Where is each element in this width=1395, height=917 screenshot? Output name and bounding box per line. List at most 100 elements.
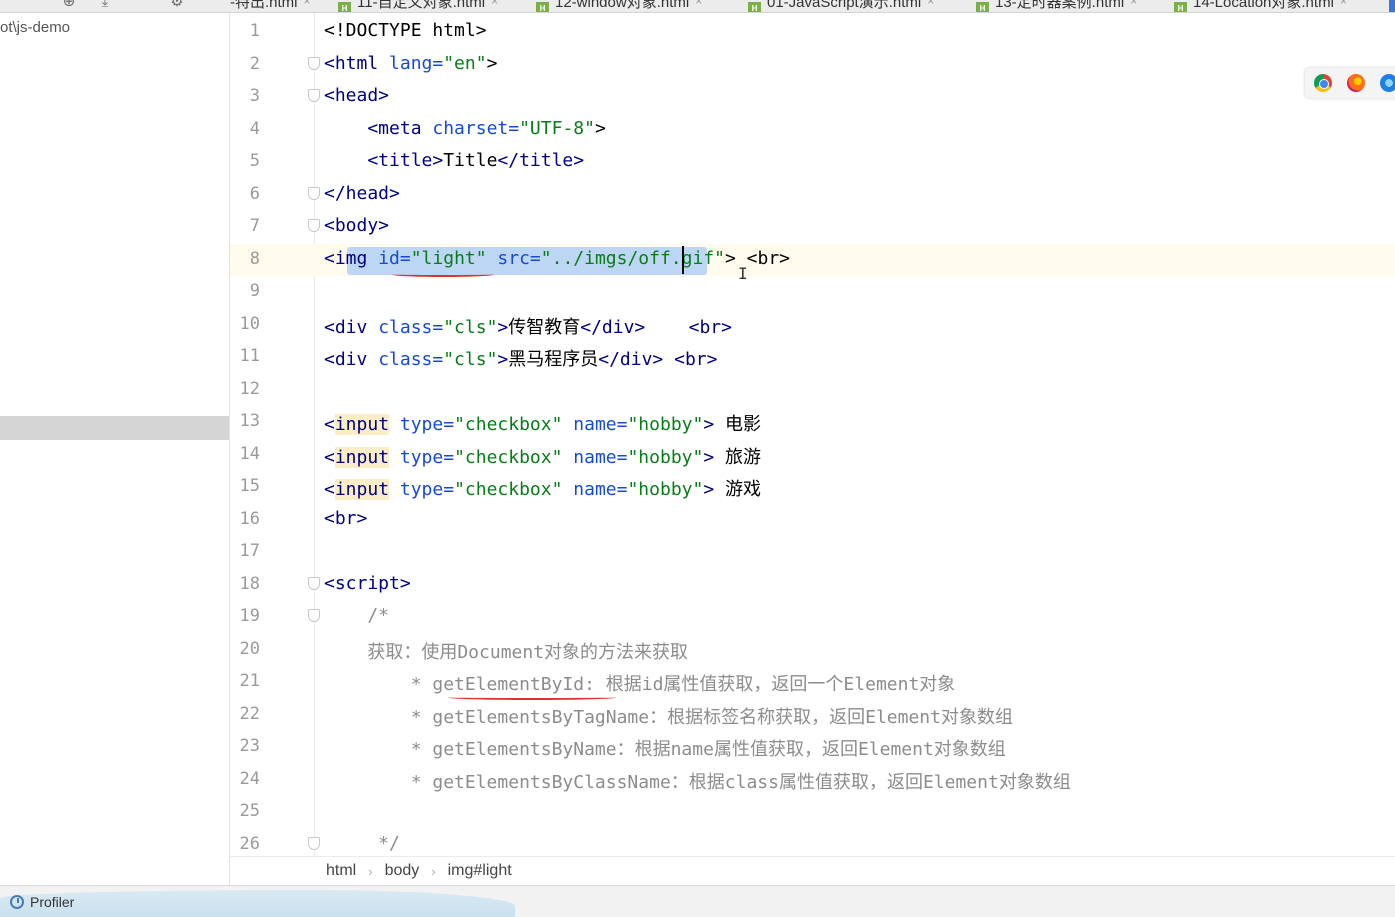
line-number: 26 (239, 834, 260, 854)
expand-icon[interactable]: ⌃ (132, 0, 150, 10)
gear-icon[interactable]: ⚙ (168, 0, 186, 10)
close-icon[interactable]: × (491, 0, 498, 8)
code-text: * getElementsByName：根据name属性值获取，返回Elemen… (324, 739, 1006, 760)
code-line[interactable]: 5 <title>Title</title> (230, 146, 1395, 178)
line-number: 7 (249, 216, 260, 236)
tab-file[interactable]: H 12-window对象.html × (536, 0, 702, 12)
tab-label: 11-自定义对象.html (357, 0, 486, 11)
close-icon[interactable]: × (1340, 0, 1347, 8)
code-text: <script> (324, 573, 411, 594)
code-line[interactable]: 25 (230, 796, 1395, 828)
code-line[interactable]: 16 <br> (230, 504, 1395, 536)
line-number: 18 (239, 574, 260, 594)
line-number: 19 (239, 606, 260, 626)
code-line[interactable]: 26 */ (230, 829, 1395, 856)
code-text: <!DOCTYPE html> (324, 20, 487, 41)
code-line[interactable]: 23 * getElementsByName：根据name属性值获取，返回Ele… (230, 731, 1395, 763)
fold-marker-icon[interactable] (308, 57, 320, 70)
tab-label: 13-定时器案例.html (995, 0, 1125, 11)
breadcrumb: html › body › img#light (230, 856, 1395, 885)
line-number: 11 (239, 346, 260, 366)
code-text: <br> (324, 508, 368, 529)
code-line[interactable]: 3 <head> (230, 81, 1395, 113)
code-line[interactable]: 22 * getElementsByTagName：根据标签名称获取，返回Ele… (230, 699, 1395, 731)
code-line[interactable]: 15 <input type="checkbox" name="hobby"> … (230, 471, 1395, 503)
code-line[interactable]: 13 <input type="checkbox" name="hobby"> … (230, 406, 1395, 438)
project-panel: ot\js-demo (0, 13, 230, 885)
safari-icon[interactable] (1380, 74, 1395, 92)
tab-file[interactable]: H 01-JavaScript演示.html × (748, 0, 934, 12)
line-number: 3 (249, 86, 260, 106)
code-line[interactable]: 18 <script> (230, 569, 1395, 601)
code-text: 获取：使用Document对象的方法来获取 (324, 642, 689, 663)
line-number: 23 (239, 736, 260, 756)
code-text: <img id="light" src="../imgs/off.gif"> <… (324, 248, 791, 269)
code-editor[interactable]: 1 <!DOCTYPE html> 2 <html lang="en"> 3 <… (230, 13, 1395, 856)
code-text: <input type="checkbox" name="hobby"> 电影 (324, 414, 762, 435)
close-icon[interactable]: × (695, 0, 702, 8)
code-text: <meta charset="UTF-8"> (324, 118, 606, 139)
line-number: 12 (239, 379, 260, 399)
code-line[interactable]: 14 <input type="checkbox" name="hobby"> … (230, 439, 1395, 471)
line-number: 6 (249, 184, 260, 204)
code-line[interactable]: 1 <!DOCTYPE html> (230, 16, 1395, 48)
code-line[interactable]: 20 获取：使用Document对象的方法来获取 (230, 634, 1395, 666)
code-line[interactable]: 12 (230, 374, 1395, 406)
code-line[interactable]: 10 <div class="cls">传智教育</div> <br> (230, 309, 1395, 341)
fold-marker-icon[interactable] (308, 577, 320, 590)
close-icon[interactable]: × (1130, 0, 1137, 8)
target-icon[interactable]: ⊕ (60, 0, 78, 10)
fold-marker-icon[interactable] (308, 837, 320, 850)
profiler-icon (10, 895, 24, 909)
code-text: <div class="cls">黑马程序员</div> <br> (324, 349, 718, 370)
breadcrumb-item[interactable]: body (385, 862, 420, 880)
fold-marker-icon[interactable] (308, 609, 320, 622)
code-text: * getElementsByTagName：根据标签名称获取，返回Elemen… (324, 707, 1013, 728)
line-number: 25 (239, 801, 260, 821)
firefox-icon[interactable] (1347, 74, 1365, 92)
tab-file[interactable]: H 14-Location对象.html × (1174, 0, 1347, 12)
code-text: <div class="cls">传智教育</div> <br> (324, 317, 732, 338)
chrome-icon[interactable] (1314, 74, 1332, 92)
tab-file[interactable]: H 11-自定义对象.html × (338, 0, 498, 12)
status-overlay (0, 890, 515, 917)
close-icon[interactable]: × (927, 0, 934, 8)
code-text: <input type="checkbox" name="hobby"> 旅游 (324, 447, 762, 468)
code-line[interactable]: 9 (230, 276, 1395, 308)
code-line[interactable]: 6 </head> (230, 179, 1395, 211)
code-line[interactable]: 11 <div class="cls">黑马程序员</div> <br> (230, 341, 1395, 373)
collapse-icon[interactable]: ⤓ (96, 0, 114, 10)
tab-label: 12-window对象.html (555, 0, 690, 11)
line-number: 24 (239, 769, 260, 789)
project-tree-selected-row[interactable] (0, 416, 229, 440)
line-number: 22 (239, 704, 260, 724)
code-line[interactable]: 19 /* (230, 601, 1395, 633)
code-line[interactable]: 2 <html lang="en"> (230, 49, 1395, 81)
code-line[interactable]: 4 <meta charset="UTF-8"> (230, 114, 1395, 146)
breadcrumb-item[interactable]: img#light (448, 862, 512, 880)
project-path[interactable]: ot\js-demo (0, 19, 70, 36)
tab-label: -特出.html (230, 0, 298, 11)
tab-file[interactable]: -特出.html × (230, 0, 311, 11)
line-number: 9 (249, 281, 260, 301)
tab-file[interactable]: H 13-定时器案例.html × (976, 0, 1137, 12)
code-line[interactable]: 24 * getElementsByClassName：根据class属性值获取… (230, 764, 1395, 796)
tab-overflow-marker (1389, 0, 1395, 12)
code-line[interactable]: 21 * getElementById: 根据id属性值获取，返回一个Eleme… (230, 666, 1395, 700)
code-line-current[interactable]: 8 <img id="light" src="../imgs/off.gif">… (230, 244, 1395, 283)
line-number: 4 (249, 119, 260, 139)
code-text: <head> (324, 85, 390, 106)
fold-marker-icon[interactable] (308, 219, 320, 232)
code-text: <input type="checkbox" name="hobby"> 游戏 (324, 479, 762, 500)
line-number: 2 (249, 54, 260, 74)
profiler-button[interactable]: Profiler (10, 894, 74, 910)
fold-marker-icon[interactable] (308, 89, 320, 102)
breadcrumb-item[interactable]: html (326, 862, 356, 880)
profiler-label: Profiler (30, 894, 75, 910)
close-icon[interactable]: × (304, 0, 311, 8)
code-text: * getElementsByClassName：根据class属性值获取，返回… (324, 772, 1071, 793)
fold-marker-icon[interactable] (308, 187, 320, 200)
code-line[interactable]: 17 (230, 536, 1395, 568)
line-number: 20 (239, 639, 260, 659)
code-line[interactable]: 7 <body> (230, 211, 1395, 243)
